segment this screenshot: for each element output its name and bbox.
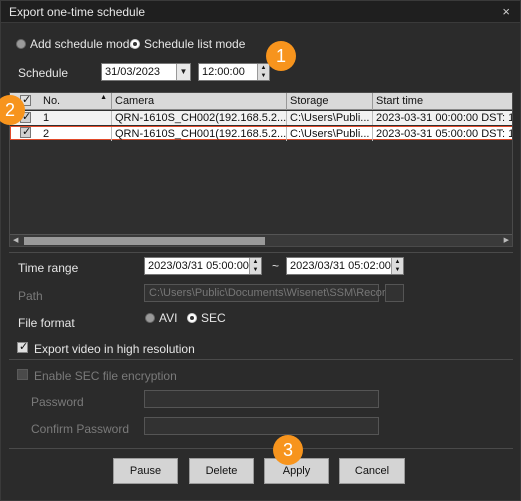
format-sec-radio[interactable] — [187, 313, 197, 323]
confirm-password-field — [144, 417, 379, 435]
time-spinner-icon[interactable]: ▲ ▼ — [249, 258, 261, 274]
horizontal-scrollbar[interactable]: ◀ ▶ — [10, 234, 512, 246]
column-header-no-label: No. — [43, 95, 61, 107]
step-badge-3: 3 — [273, 435, 303, 465]
format-avi-radio[interactable] — [145, 313, 155, 323]
column-header-start-time[interactable]: Start time — [373, 93, 512, 110]
time-range-to[interactable]: 2023/03/31 05:02:00 ▲ ▼ — [286, 257, 404, 275]
title-bar: Export one-time schedule × — [1, 1, 520, 23]
schedule-list-mode-label: Schedule list mode — [144, 37, 246, 51]
browse-path-button — [385, 284, 404, 302]
schedule-date-picker[interactable]: 31/03/2023 ▼ — [101, 63, 191, 81]
time-range-from[interactable]: 2023/03/31 05:00:00 ▲ ▼ — [144, 257, 262, 275]
add-schedule-mode-option[interactable]: Add schedule mode — [16, 37, 136, 51]
divider — [9, 448, 513, 449]
file-format-label: File format — [18, 316, 75, 330]
format-sec-label: SEC — [201, 311, 226, 325]
cell-start-time: 2023-03-31 00:00:00 DST: 1 — [376, 112, 513, 124]
time-spinner-icon[interactable]: ▲ ▼ — [391, 258, 403, 274]
add-schedule-mode-radio[interactable] — [16, 39, 26, 49]
export-hires-checkbox[interactable] — [17, 340, 28, 353]
scroll-right-icon[interactable]: ▶ — [504, 236, 509, 244]
divider — [9, 359, 513, 360]
path-field: C:\Users\Public\Documents\Wisenet\SSM\Re… — [144, 284, 392, 302]
sec-encryption-label: Enable SEC file encryption — [34, 369, 177, 383]
cell-start-time: 2023-03-31 05:00:00 DST: 1 — [376, 128, 513, 140]
cell-no: 2 — [40, 127, 112, 141]
format-sec-option[interactable]: SEC — [187, 311, 226, 325]
cell-camera: QRN-1610S_CH001(192.168.5.2... — [112, 127, 287, 141]
scrollbar-thumb[interactable] — [24, 237, 265, 245]
time-range-separator: ~ — [272, 259, 280, 273]
cell-camera: QRN-1610S_CH002(192.168.5.2... — [112, 111, 287, 125]
delete-button[interactable]: Delete — [189, 458, 254, 484]
password-field — [144, 390, 379, 408]
table-row[interactable]: 1 QRN-1610S_CH002(192.168.5.2... C:\User… — [10, 110, 513, 125]
schedule-label: Schedule — [18, 66, 69, 80]
pause-button[interactable]: Pause — [113, 458, 178, 484]
scroll-left-icon[interactable]: ◀ — [13, 236, 18, 244]
step-badge-1: 1 — [266, 41, 296, 71]
dialog-title: Export one-time schedule — [9, 5, 146, 19]
cancel-button[interactable]: Cancel — [339, 458, 405, 484]
sort-ascending-icon: ▲ — [100, 94, 107, 101]
confirm-password-label: Confirm Password — [31, 422, 130, 436]
password-label: Password — [31, 395, 84, 409]
table-header: No. ▲ Camera Storage Start time — [10, 93, 512, 110]
schedule-time-value: 12:00:00 — [202, 66, 245, 78]
path-label: Path — [18, 289, 43, 303]
table-row[interactable]: 2 QRN-1610S_CH001(192.168.5.2... C:\User… — [10, 125, 513, 141]
sec-encryption-checkbox — [17, 369, 28, 380]
export-hires-label: Export video in high resolution — [34, 342, 195, 356]
time-spinner-icon[interactable]: ▲ ▼ — [257, 64, 269, 80]
cell-storage: C:\Users\Publi... — [287, 111, 373, 125]
row-checkbox[interactable] — [20, 125, 31, 138]
time-range-label: Time range — [18, 261, 79, 275]
schedule-list-mode-radio[interactable] — [130, 39, 140, 49]
cell-storage: C:\Users\Publi... — [287, 127, 373, 141]
divider — [9, 252, 513, 253]
export-dialog: Export one-time schedule × Add schedule … — [0, 0, 521, 501]
column-header-camera[interactable]: Camera — [112, 93, 287, 110]
schedule-date-value: 31/03/2023 — [105, 66, 161, 78]
close-icon[interactable]: × — [502, 4, 510, 19]
format-avi-option[interactable]: AVI — [145, 311, 177, 325]
format-avi-label: AVI — [159, 311, 178, 325]
column-header-no[interactable]: No. ▲ — [40, 93, 112, 110]
schedule-list-mode-option[interactable]: Schedule list mode — [130, 37, 245, 51]
schedule-table: No. ▲ Camera Storage Start time 1 QRN-16… — [9, 92, 513, 247]
schedule-time-field[interactable]: 12:00:00 ▲ ▼ — [198, 63, 270, 81]
chevron-down-icon[interactable]: ▼ — [176, 64, 190, 80]
column-header-storage[interactable]: Storage — [287, 93, 373, 110]
cell-no: 1 — [40, 111, 112, 125]
time-range-from-value: 2023/03/31 05:00:00 — [148, 260, 249, 272]
add-schedule-mode-label: Add schedule mode — [30, 37, 137, 51]
time-range-to-value: 2023/03/31 05:02:00 — [290, 260, 391, 272]
